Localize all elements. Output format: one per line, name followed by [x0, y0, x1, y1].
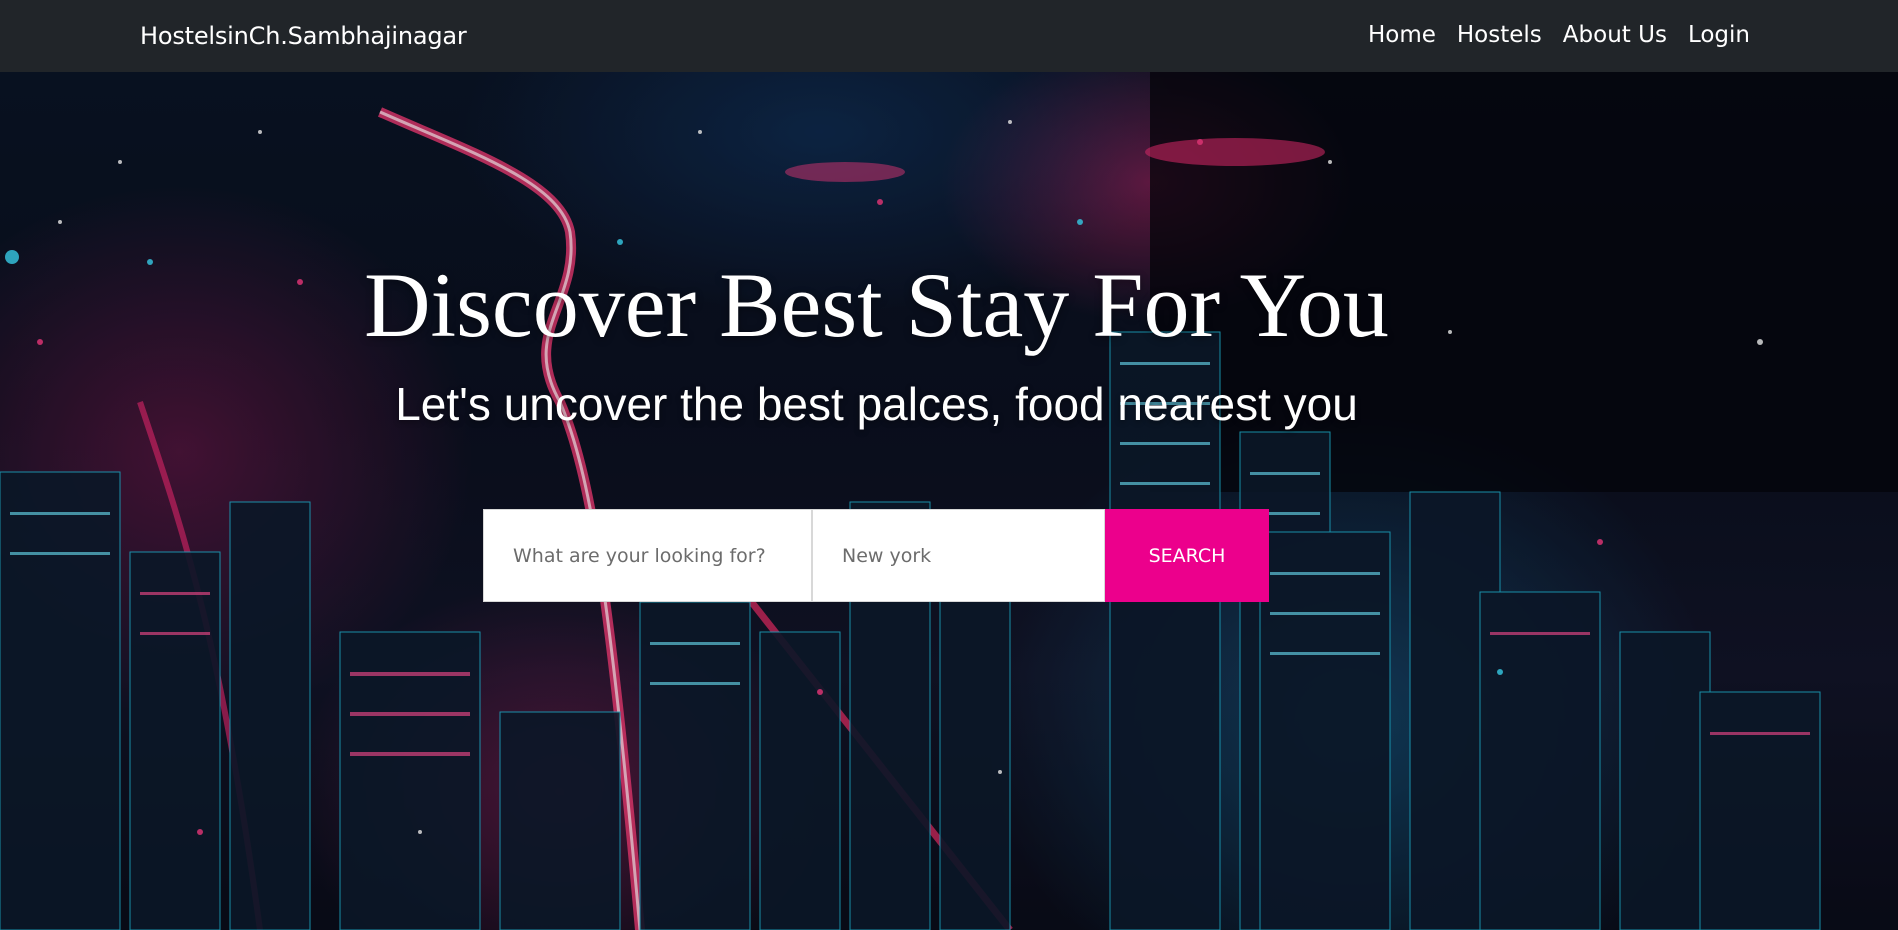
hero-subtitle: Let's uncover the best palces, food near… [395, 378, 1358, 430]
hero-section: Discover Best Stay For You Let's uncover… [0, 72, 1898, 930]
nav-home-link[interactable]: Home [1368, 22, 1436, 48]
search-what-input[interactable] [483, 509, 812, 602]
search-form: SEARCH [483, 509, 1269, 602]
search-button[interactable]: SEARCH [1105, 509, 1269, 602]
nav-hostels-link[interactable]: Hostels [1457, 22, 1542, 48]
city-night-background-image [0, 72, 1898, 930]
nav-about-us-link[interactable]: About Us [1563, 22, 1667, 48]
search-location-input[interactable] [812, 509, 1105, 602]
nav-links: Home Hostels About Us Login [1368, 22, 1750, 48]
nav-login-link[interactable]: Login [1688, 22, 1750, 48]
brand-logo-link[interactable]: HostelsinCh.Sambhajinagar [140, 22, 467, 50]
hero-title: Discover Best Stay For You [364, 254, 1389, 356]
top-navbar: HostelsinCh.Sambhajinagar Home Hostels A… [0, 0, 1898, 72]
